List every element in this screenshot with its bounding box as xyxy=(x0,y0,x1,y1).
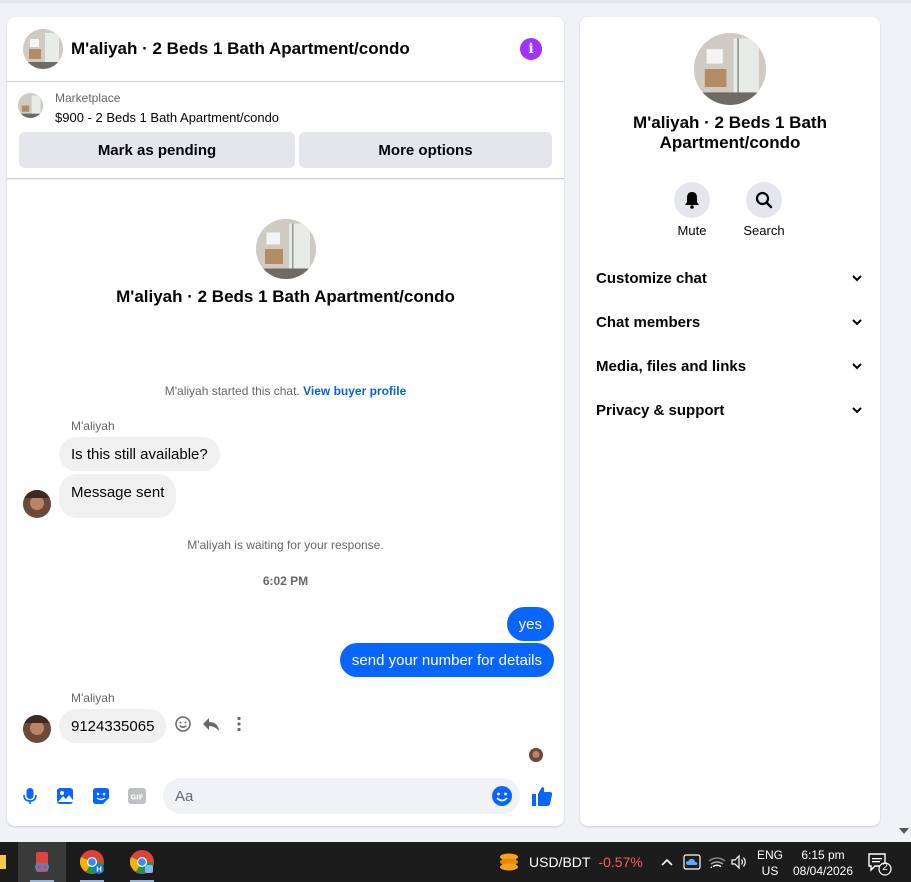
reply-icon[interactable] xyxy=(202,715,220,733)
notification-count: 2 xyxy=(882,862,888,873)
chrome-icon xyxy=(129,850,154,874)
chat-members-section[interactable]: Chat members xyxy=(596,307,864,337)
currency-pair: USD/BDT xyxy=(529,854,591,870)
wifi-icon[interactable] xyxy=(708,842,726,882)
mute-label: Mute xyxy=(677,223,707,238)
sender-avatar[interactable] xyxy=(23,715,51,743)
listing-category: Marketplace xyxy=(55,91,121,105)
snipping-tool-icon xyxy=(35,852,49,872)
section-label: Privacy & support xyxy=(596,401,725,419)
svg-text:GIF: GIF xyxy=(130,794,143,802)
incoming-message[interactable]: 9124335065 xyxy=(59,709,167,743)
info-name: M'aliyah · 2 Beds 1 Bath Apartment/condo xyxy=(633,113,827,152)
onedrive-icon[interactable] xyxy=(683,842,701,882)
lang-code: ENG xyxy=(756,848,783,862)
sender-name: M'aliyah xyxy=(71,691,115,705)
svg-text:H: H xyxy=(96,866,102,874)
intro-avatar xyxy=(256,219,316,279)
thumbs-up-icon[interactable] xyxy=(530,784,554,808)
more-options-button[interactable]: More options xyxy=(299,132,552,168)
outgoing-message[interactable]: yes xyxy=(506,607,554,641)
search-label: Search xyxy=(743,223,785,238)
seen-avatar xyxy=(529,748,543,762)
show-hidden-icons[interactable] xyxy=(660,842,674,882)
currency-change: -0.57% xyxy=(598,854,643,870)
sticker-icon[interactable] xyxy=(91,786,111,806)
info-avatar[interactable] xyxy=(694,33,766,105)
customize-chat-section[interactable]: Customize chat xyxy=(596,263,864,293)
more-icon[interactable] xyxy=(230,715,248,733)
coins-icon xyxy=(500,853,518,871)
taskbar-app-snipping[interactable] xyxy=(18,842,66,882)
sender-name: M'aliyah xyxy=(71,419,115,433)
chevron-down-icon xyxy=(852,272,864,284)
conversation-info-panel: M'aliyah · 2 Beds 1 Bath Apartment/condo… xyxy=(580,17,880,826)
info-icon[interactable]: i xyxy=(520,38,542,60)
mark-as-pending-button[interactable]: Mark as pending xyxy=(19,132,295,168)
window-top-edge xyxy=(0,0,911,3)
chat-started-notice: M'aliyah started this chat. View buyer p… xyxy=(7,384,564,398)
view-buyer-profile-link[interactable]: View buyer profile xyxy=(303,384,406,398)
microphone-icon[interactable] xyxy=(20,786,40,806)
message-actions xyxy=(174,715,248,733)
marketplace-listing-bar: Marketplace $900 - 2 Beds 1 Bath Apartme… xyxy=(7,83,564,179)
taskbar-chrome-profile-h[interactable]: H xyxy=(68,842,116,882)
waiting-notice: M'aliyah is waiting for your response. xyxy=(187,538,384,552)
incoming-message[interactable]: Is this still available? xyxy=(59,437,220,471)
chevron-down-icon xyxy=(852,404,864,416)
chevron-down-icon xyxy=(852,360,864,372)
photo-icon[interactable] xyxy=(55,786,75,806)
chat-started-text: M'aliyah started this chat. xyxy=(164,384,300,398)
section-label: Chat members xyxy=(596,313,701,331)
mute-button[interactable]: Mute xyxy=(662,182,722,238)
currency-widget[interactable]: USD/BDT -0.57% xyxy=(497,842,643,882)
message-composer: GIF xyxy=(7,776,564,816)
sender-avatar[interactable] xyxy=(23,490,51,518)
notification-center-icon[interactable]: 2 xyxy=(866,850,892,876)
volume-icon[interactable] xyxy=(730,842,748,882)
outgoing-message[interactable]: send your number for details xyxy=(339,643,554,677)
search-button[interactable]: Search xyxy=(734,182,794,238)
search-icon xyxy=(746,182,782,218)
taskbar-clock[interactable]: 6:15 pm 08/04/2026 xyxy=(789,847,857,879)
listing-price-title[interactable]: $900 - 2 Beds 1 Bath Apartment/condo xyxy=(55,110,279,125)
listing-thumbnail[interactable] xyxy=(18,93,43,118)
chevron-down-icon xyxy=(852,316,864,328)
taskbar-chrome-profile-2[interactable] xyxy=(118,842,166,882)
language-indicator[interactable]: ENG US xyxy=(752,847,788,879)
react-icon[interactable] xyxy=(174,715,192,733)
chat-header: M'aliyah · 2 Beds 1 Bath Apartment/condo… xyxy=(7,17,564,82)
section-label: Media, files and links xyxy=(596,357,747,375)
media-files-links-section[interactable]: Media, files and links xyxy=(596,351,864,381)
gif-icon[interactable]: GIF xyxy=(127,786,147,806)
chrome-icon: H xyxy=(79,850,104,874)
chat-title: M'aliyah · 2 Beds 1 Bath Apartment/condo xyxy=(71,39,410,58)
chevron-up-icon xyxy=(661,858,673,866)
message-input[interactable] xyxy=(163,778,520,814)
incoming-message[interactable]: Message sent xyxy=(59,474,177,518)
file-explorer-icon[interactable] xyxy=(0,842,8,882)
clock-date: 08/04/2026 xyxy=(792,864,854,878)
bell-icon xyxy=(674,182,710,218)
scroll-down-arrow-icon[interactable] xyxy=(899,828,909,834)
section-label: Customize chat xyxy=(596,269,707,287)
emoji-icon[interactable] xyxy=(491,785,513,807)
intro-name: M'aliyah · 2 Beds 1 Bath Apartment/condo xyxy=(116,287,455,306)
listing-avatar[interactable] xyxy=(23,29,63,69)
clock-time: 6:15 pm xyxy=(801,848,845,862)
windows-taskbar: H USD/BDT -0.57% ENG US 6:15 pm 08/04/20… xyxy=(0,842,911,882)
lang-region: US xyxy=(761,864,779,878)
message-timestamp: 6:02 PM xyxy=(262,574,309,588)
chat-panel: M'aliyah · 2 Beds 1 Bath Apartment/condo… xyxy=(7,17,564,826)
privacy-support-section[interactable]: Privacy & support xyxy=(596,395,864,425)
